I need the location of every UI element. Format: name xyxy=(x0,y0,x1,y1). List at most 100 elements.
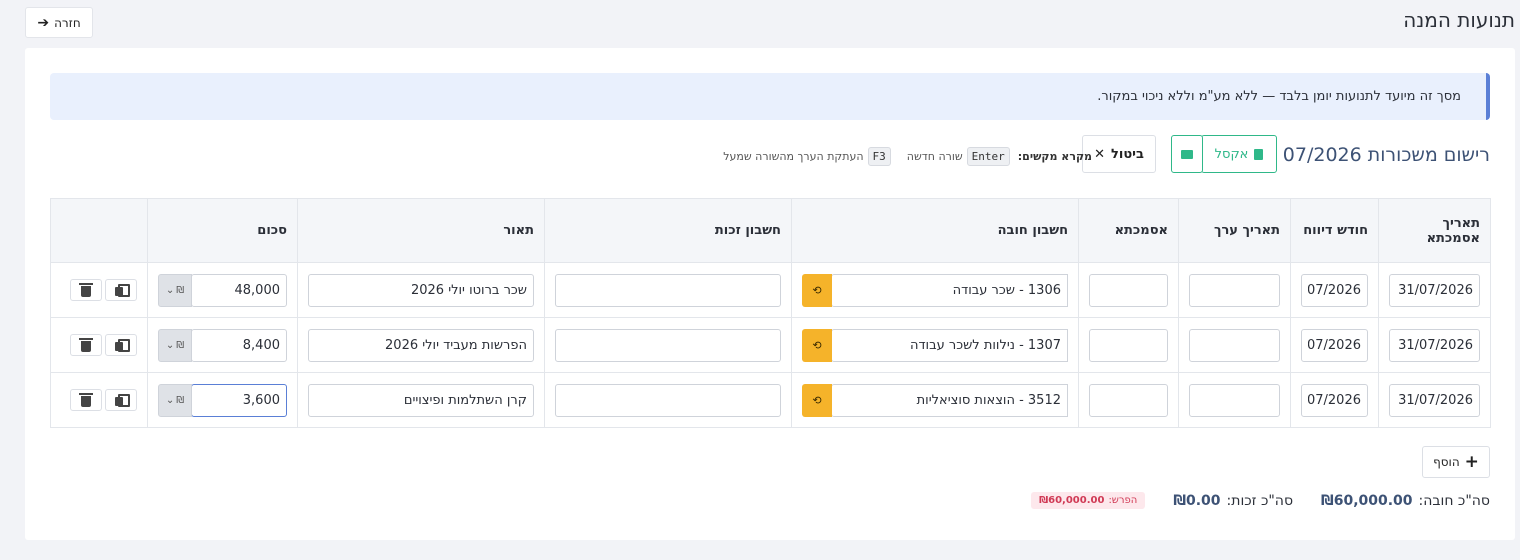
add-label: הוסף xyxy=(1433,455,1460,469)
totals-bar: סה"כ חובה: ₪60,000.00 סה"כ זכות: ₪0.00 ה… xyxy=(1031,492,1490,509)
value-date-input[interactable] xyxy=(1189,383,1280,417)
difference-value: ₪60,000.00 xyxy=(1039,495,1105,506)
amount-input[interactable] xyxy=(191,328,287,362)
currency-select[interactable]: ₪ ⌄ xyxy=(158,273,192,307)
currency-symbol: ₪ xyxy=(176,394,185,406)
amount-field: ₪⌄ xyxy=(158,383,287,417)
reference-input[interactable] xyxy=(1089,328,1168,362)
chevron-down-icon: ⌄ xyxy=(165,284,175,296)
value-date-input[interactable] xyxy=(1189,273,1280,307)
header-value-date: תאריך ערך xyxy=(1178,198,1291,263)
table-row: ⟲ ₪⌄ xyxy=(50,372,1491,428)
row-actions xyxy=(61,279,137,301)
reference-input[interactable] xyxy=(1089,383,1168,417)
amount-input[interactable] xyxy=(191,383,287,417)
copy-row-button[interactable] xyxy=(105,279,137,301)
currency-symbol: ₪ xyxy=(176,339,185,351)
excel-file-icon xyxy=(1254,148,1264,160)
header-reference: אסמכתא xyxy=(1078,198,1179,263)
shortcuts-legend-label: מקרא מקשים: xyxy=(1017,150,1092,163)
reference-input[interactable] xyxy=(1089,273,1168,307)
envelope-icon xyxy=(1181,149,1193,159)
difference-badge: הפרש: ₪60,000.00 xyxy=(1031,492,1146,509)
table-header-row: תאריך אסמכתא חודש דיווח תאריך ערך אסמכתא… xyxy=(50,198,1491,263)
account-lookup-icon[interactable]: ⟲ xyxy=(802,383,832,417)
delete-row-button[interactable] xyxy=(70,389,102,411)
total-debit: סה"כ חובה: ₪60,000.00 xyxy=(1321,493,1490,509)
credit-account-input[interactable] xyxy=(555,328,781,362)
copy-row-button[interactable] xyxy=(105,389,137,411)
shortcut-key-f3: F3 xyxy=(867,147,891,166)
description-input[interactable] xyxy=(308,328,534,362)
email-button[interactable] xyxy=(1171,135,1203,173)
delete-row-button[interactable] xyxy=(70,334,102,356)
debit-account-field: ⟲ xyxy=(802,328,1068,362)
section-title: רישום משכורות 07/2026 xyxy=(1282,144,1490,166)
trash-icon xyxy=(79,392,93,407)
debit-account-input[interactable] xyxy=(831,328,1068,362)
info-notice: מסך זה מיועד לתנועות יומן בלבד — ללא מע"… xyxy=(50,73,1490,120)
excel-label: אקסל xyxy=(1214,146,1249,162)
description-input[interactable] xyxy=(308,273,534,307)
copy-row-button[interactable] xyxy=(105,334,137,356)
total-credit-value: ₪0.00 xyxy=(1173,492,1221,509)
notice-text: מסך זה מיועד לתנועות יומן בלבד — ללא מע"… xyxy=(1097,89,1461,104)
currency-select[interactable]: ₪ ⌄ xyxy=(158,383,192,417)
total-credit-label: סה"כ זכות: xyxy=(1226,492,1294,509)
chevron-down-icon: ⌄ xyxy=(165,339,175,351)
shortcut-desc-f3: העתקת הערך מהשורה שמעל xyxy=(723,150,864,163)
ref-date-input[interactable] xyxy=(1389,383,1480,417)
amount-input[interactable] xyxy=(191,273,287,307)
header-amount: סכום xyxy=(147,198,298,263)
total-debit-label: סה"כ חובה: xyxy=(1418,492,1490,509)
amount-field: ₪⌄ xyxy=(158,273,287,307)
journal-table: תאריך אסמכתא חודש דיווח תאריך ערך אסמכתא… xyxy=(50,198,1491,428)
credit-account-input[interactable] xyxy=(555,273,781,307)
copy-icon xyxy=(115,338,130,352)
table-row: ⟲ ₪⌄ xyxy=(50,317,1491,373)
trash-icon xyxy=(79,282,93,297)
copy-icon xyxy=(115,283,130,297)
report-month-input[interactable] xyxy=(1301,383,1368,417)
delete-row-button[interactable] xyxy=(70,279,102,301)
header-debit-account: חשבון חובה xyxy=(791,198,1079,263)
cancel-button[interactable]: ביטול ✕ xyxy=(1082,135,1156,173)
header-ref-date: תאריך אסמכתא xyxy=(1378,198,1491,263)
account-lookup-icon[interactable]: ⟲ xyxy=(802,328,832,362)
debit-account-input[interactable] xyxy=(831,273,1068,307)
total-credit: סה"כ זכות: ₪0.00 xyxy=(1173,493,1293,509)
excel-button[interactable]: אקסל xyxy=(1201,135,1277,173)
debit-account-field: ⟲ xyxy=(802,383,1068,417)
value-date-input[interactable] xyxy=(1189,328,1280,362)
keyboard-shortcuts: מקרא מקשים: Enter שורה חדשה F3 העתקת הער… xyxy=(723,147,1092,166)
ref-date-input[interactable] xyxy=(1389,328,1480,362)
debit-account-input[interactable] xyxy=(831,383,1068,417)
report-month-input[interactable] xyxy=(1301,273,1368,307)
copy-icon xyxy=(115,393,130,407)
back-label: חזרה xyxy=(54,15,81,30)
report-month-input[interactable] xyxy=(1301,328,1368,362)
ref-date-input[interactable] xyxy=(1389,273,1480,307)
currency-symbol: ₪ xyxy=(176,284,185,296)
account-lookup-icon[interactable]: ⟲ xyxy=(802,273,832,307)
currency-select[interactable]: ₪ ⌄ xyxy=(158,328,192,362)
back-button[interactable]: חזרה ➔ xyxy=(25,7,93,38)
chevron-down-icon: ⌄ xyxy=(165,394,175,406)
amount-field: ₪⌄ xyxy=(158,328,287,362)
description-input[interactable] xyxy=(308,383,534,417)
total-debit-value: ₪60,000.00 xyxy=(1321,492,1413,509)
plus-icon: + xyxy=(1464,451,1479,472)
header-actions xyxy=(50,198,148,263)
header-credit-account: חשבון זכות xyxy=(544,198,792,263)
header-description: תאור xyxy=(297,198,545,263)
trash-icon xyxy=(79,337,93,352)
row-actions xyxy=(61,389,137,411)
header-report-month: חודש דיווח xyxy=(1290,198,1379,263)
shortcut-desc-enter: שורה חדשה xyxy=(906,150,963,163)
debit-account-field: ⟲ xyxy=(802,273,1068,307)
difference-label: הפרש: xyxy=(1108,495,1138,506)
page-title: תנועות המנה xyxy=(1403,8,1515,32)
cancel-label: ביטול xyxy=(1111,146,1144,162)
credit-account-input[interactable] xyxy=(555,383,781,417)
add-row-button[interactable]: + הוסף xyxy=(1422,446,1490,478)
